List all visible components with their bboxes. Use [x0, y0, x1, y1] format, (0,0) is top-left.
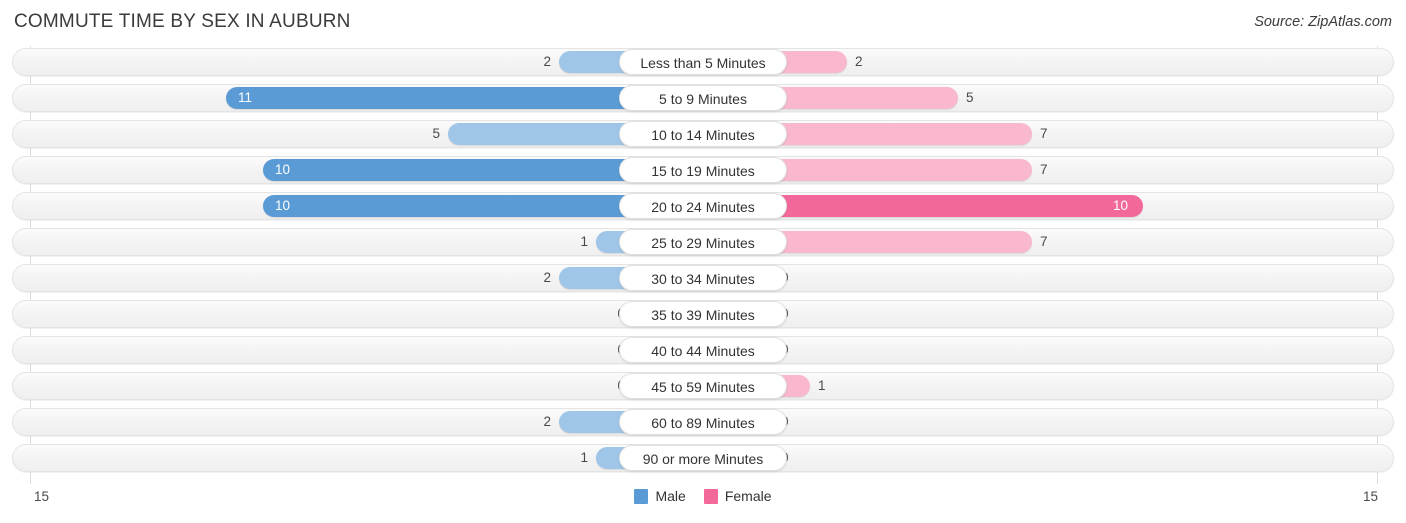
- value-label-female: 7: [1040, 234, 1048, 249]
- chart-row: 11 5 5 to 9 Minutes: [12, 84, 1394, 112]
- legend-swatch-icon: [703, 488, 718, 504]
- chart-row: 2060 to 89 Minutes: [12, 408, 1394, 436]
- category-label: 30 to 34 Minutes: [619, 265, 787, 291]
- category-label: 5 to 9 Minutes: [619, 85, 787, 111]
- value-label-female: 5: [966, 90, 974, 105]
- value-label-male: 1: [580, 234, 588, 249]
- chart-row: 5 7 10 to 14 Minutes: [12, 120, 1394, 148]
- value-label-male: 1: [580, 450, 588, 465]
- value-label-male: 2: [543, 414, 551, 429]
- value-label-female: 2: [855, 54, 863, 69]
- legend-item-female[interactable]: Female: [703, 488, 772, 504]
- category-label: 25 to 29 Minutes: [619, 229, 787, 255]
- value-label-male: 5: [432, 126, 440, 141]
- legend-label: Male: [655, 488, 686, 504]
- value-label-male: 2: [543, 54, 551, 69]
- value-label-male: 10: [275, 162, 291, 177]
- page-title: COMMUTE TIME BY SEX IN AUBURN: [14, 11, 351, 32]
- category-label: 40 to 44 Minutes: [619, 337, 787, 363]
- category-label: 20 to 24 Minutes: [619, 193, 787, 219]
- chart-row: 2 2 Less than 5 Minutes: [12, 48, 1394, 76]
- chart-row: 0145 to 59 Minutes: [12, 372, 1394, 400]
- chart-row: 0040 to 44 Minutes: [12, 336, 1394, 364]
- category-label: 35 to 39 Minutes: [619, 301, 787, 327]
- source-attribution: Source: ZipAtlas.com: [1254, 14, 1392, 30]
- value-label-male: 11: [238, 90, 253, 105]
- chart-legend: Male Female: [0, 488, 1406, 504]
- chart-plot-area: 2 2 Less than 5 Minutes 11 5 5 to 9 Minutes 5 7…: [0, 46, 1406, 486]
- chart-row: 1090 or more Minutes: [12, 444, 1394, 472]
- chart-row: 0035 to 39 Minutes: [12, 300, 1394, 328]
- value-label-female: 10: [1113, 198, 1129, 213]
- value-label-female: 7: [1040, 126, 1048, 141]
- value-label-female: 1: [818, 378, 826, 393]
- chart-header: COMMUTE TIME BY SEX IN AUBURN Source: Zi…: [0, 0, 1406, 44]
- chart-footer: 15 15 Male Female: [0, 486, 1406, 523]
- legend-label: Female: [724, 488, 772, 504]
- category-label: 60 to 89 Minutes: [619, 409, 787, 435]
- value-label-male: 10: [275, 198, 291, 213]
- chart-row: 10 10 20 to 24 Minutes: [12, 192, 1394, 220]
- value-label-female: 7: [1040, 162, 1048, 177]
- value-label-male: 2: [543, 270, 551, 285]
- category-label: 10 to 14 Minutes: [619, 121, 787, 147]
- category-label: 90 or more Minutes: [619, 445, 787, 471]
- category-label: Less than 5 Minutes: [619, 49, 787, 75]
- legend-swatch-icon: [634, 488, 649, 504]
- chart-row: 2030 to 34 Minutes: [12, 264, 1394, 292]
- chart-row: 10 7 15 to 19 Minutes: [12, 156, 1394, 184]
- category-label: 15 to 19 Minutes: [619, 157, 787, 183]
- legend-item-male[interactable]: Male: [634, 488, 686, 504]
- category-label: 45 to 59 Minutes: [619, 373, 787, 399]
- chart-row: 1 7 25 to 29 Minutes: [12, 228, 1394, 256]
